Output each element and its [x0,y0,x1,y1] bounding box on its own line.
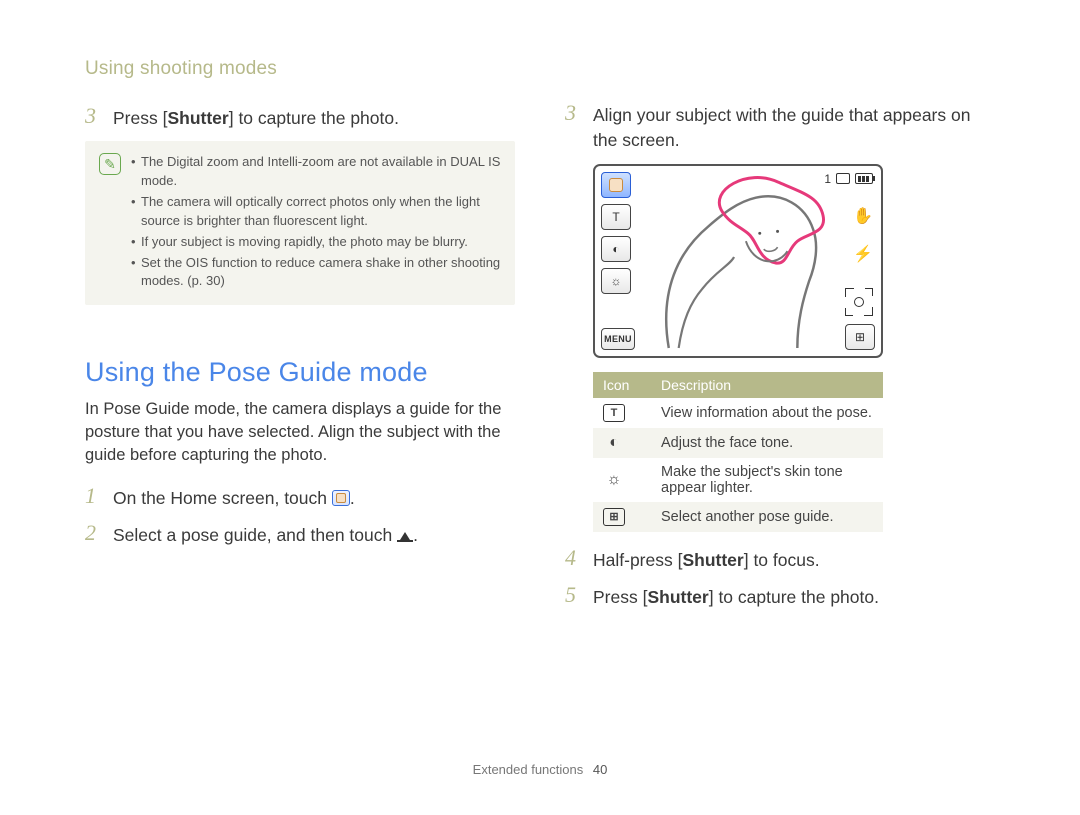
step-number: 4 [565,546,583,570]
pose-info-icon: T [601,204,631,230]
intro-paragraph: In Pose Guide mode, the camera displays … [85,398,515,467]
footer-label: Extended functions [473,762,584,777]
page: Using shooting modes 3 Press [Shutter] t… [0,0,1080,621]
step-number: 3 [85,104,103,128]
th-icon: Icon [593,372,651,398]
step-text: Press [Shutter] to capture the photo. [593,583,995,610]
note-item: Set the OIS function to reduce camera sh… [131,254,501,292]
step-text-bold: Shutter [167,108,228,128]
screen-left-icons: T ◐ ☼ MENU [601,172,635,350]
step-number: 1 [85,484,103,508]
spacer [565,58,995,101]
right-column: 3 Align your subject with the guide that… [565,58,995,621]
left-step-1: 1 On the Home screen, touch . [85,484,515,511]
pose-silhouette-svg [639,172,837,350]
cell-desc: Adjust the face tone. [651,428,883,458]
th-description: Description [651,372,883,398]
flash-icon: ⚡ [853,244,873,264]
skin-lighten-icon: ☼ [601,268,631,294]
step-text-post: ] to focus. [744,550,820,570]
step-text: Select a pose guide, and then touch . [113,521,515,548]
step-text: Align your subject with the guide that a… [593,101,995,154]
memory-card-icon [836,173,850,184]
note-icon: ✎ [99,153,121,175]
step-text-post: ] to capture the photo. [709,587,879,607]
step-text-pre: Press [ [113,108,167,128]
step-text-bold: Shutter [682,550,743,570]
left-column: Using shooting modes 3 Press [Shutter] t… [85,58,515,621]
arm-outline [679,257,734,348]
heading-pose-guide: Using the Pose Guide mode [85,357,515,388]
eye-left [758,232,761,235]
step-text-post: . [413,525,418,545]
right-step-3: 3 Align your subject with the guide that… [565,101,995,154]
page-footer: Extended functions 40 [0,762,1080,777]
pose-select-icon: ⊞ [603,508,625,526]
step-text-bold: Shutter [647,587,708,607]
step-text: Press [Shutter] to capture the photo. [113,104,515,131]
table-row: ⊞ Select another pose guide. [593,502,883,532]
left-step-3: 3 Press [Shutter] to capture the photo. [85,104,515,131]
ois-icon: ✋ [853,206,873,226]
note-box: ✎ The Digital zoom and Intelli-zoom are … [85,141,515,305]
right-step-4: 4 Half-press [Shutter] to focus. [565,546,995,573]
focus-frame-icon [845,288,873,316]
battery-icon [855,173,873,184]
pose-select-icon: ⊞ [845,324,875,350]
cell-desc: View information about the pose. [651,398,883,428]
cell-icon: T [593,398,651,428]
step-number: 2 [85,521,103,545]
mouth [764,247,778,251]
step-text-pre: Select a pose guide, and then touch [113,525,397,545]
screen-wrap: T ◐ ☼ MENU 1 ✋ ⚡ ⊞ [565,164,995,532]
step-number: 5 [565,583,583,607]
step-number: 3 [565,101,583,125]
cell-desc: Make the subject's skin tone appear ligh… [651,458,883,502]
cell-icon: ⊞ [593,502,651,532]
step-text-post: . [350,488,355,508]
cell-icon: ☼ [593,458,651,502]
face-tone-icon: ◐ [603,434,625,452]
cell-desc: Select another pose guide. [651,502,883,532]
camera-screen: T ◐ ☼ MENU 1 ✋ ⚡ ⊞ [593,164,883,358]
pose-guide-home-icon [332,490,350,506]
body-outline [666,196,816,348]
left-step-2: 2 Select a pose guide, and then touch . [85,521,515,548]
table-row: ☼ Make the subject's skin tone appear li… [593,458,883,502]
screen-right-icons: ✋ ⚡ [853,206,873,264]
pose-info-icon: T [603,404,625,422]
eye-right [776,230,779,233]
spacer [565,532,995,546]
table-header-row: Icon Description [593,372,883,398]
step-text-pre: Press [ [593,587,647,607]
menu-button: MENU [601,328,635,350]
pose-guide-mode-icon [601,172,631,198]
confirm-icon [397,530,413,542]
note-item: If your subject is moving rapidly, the p… [131,233,501,252]
step-text-pre: Half-press [ [593,550,682,570]
note-item: The camera will optically correct photos… [131,193,501,231]
cell-icon: ◐ [593,428,651,458]
right-step-5: 5 Press [Shutter] to capture the photo. [565,583,995,610]
pose-silhouette [639,172,837,350]
step-text: Half-press [Shutter] to focus. [593,546,995,573]
icon-description-table: Icon Description T View information abou… [593,372,883,532]
step-text-pre: On the Home screen, touch [113,488,332,508]
page-number: 40 [593,762,607,777]
step-text-post: ] to capture the photo. [229,108,399,128]
note-item: The Digital zoom and Intelli-zoom are no… [131,153,501,191]
note-list: The Digital zoom and Intelli-zoom are no… [131,153,501,293]
face-tone-icon: ◐ [601,236,631,262]
step-text: On the Home screen, touch . [113,484,515,511]
skin-lighten-icon: ☼ [603,471,625,489]
table-row: T View information about the pose. [593,398,883,428]
table-row: ◐ Adjust the face tone. [593,428,883,458]
section-label: Using shooting modes [85,58,515,80]
